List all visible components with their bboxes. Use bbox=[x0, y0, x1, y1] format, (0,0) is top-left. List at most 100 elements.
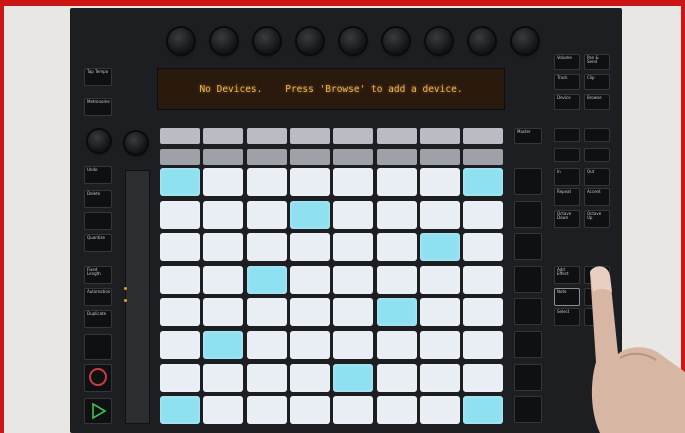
pad[interactable] bbox=[246, 265, 287, 294]
pad[interactable] bbox=[203, 265, 244, 294]
pad[interactable] bbox=[419, 265, 460, 294]
left-function-button[interactable]: Delete bbox=[84, 190, 112, 208]
left-function-button[interactable] bbox=[84, 212, 112, 230]
track-state-button[interactable] bbox=[419, 149, 460, 165]
pad[interactable] bbox=[333, 331, 374, 359]
encoder-knob[interactable] bbox=[254, 28, 280, 54]
scene-launch-button[interactable] bbox=[514, 168, 542, 195]
pad[interactable] bbox=[419, 200, 460, 229]
scene-launch-button[interactable] bbox=[514, 396, 542, 424]
right-function-button[interactable]: Repeat bbox=[554, 188, 580, 206]
right-extra-button[interactable] bbox=[554, 128, 580, 142]
pad[interactable] bbox=[333, 200, 374, 229]
pad[interactable] bbox=[160, 200, 200, 229]
track-select-button[interactable] bbox=[246, 128, 287, 144]
pad[interactable] bbox=[376, 298, 417, 327]
right-function-button[interactable]: Octave Up bbox=[584, 210, 610, 228]
track-select-button[interactable] bbox=[160, 128, 200, 144]
encoder-knob[interactable] bbox=[340, 28, 366, 54]
encoder-knob[interactable] bbox=[383, 28, 409, 54]
right-extra-button[interactable] bbox=[584, 148, 610, 162]
left-function-button[interactable] bbox=[84, 334, 112, 360]
right-mode-button[interactable]: Volume bbox=[554, 54, 580, 70]
right-function-button[interactable]: In bbox=[554, 168, 580, 186]
track-state-button[interactable] bbox=[289, 149, 330, 165]
pad[interactable] bbox=[160, 396, 200, 425]
pad[interactable] bbox=[289, 233, 330, 262]
encoder-knob[interactable] bbox=[469, 28, 495, 54]
pad[interactable] bbox=[289, 396, 330, 425]
pad[interactable] bbox=[376, 168, 417, 196]
pad[interactable] bbox=[463, 168, 504, 196]
pad[interactable] bbox=[246, 396, 287, 425]
pad[interactable] bbox=[463, 298, 504, 327]
pad[interactable] bbox=[289, 331, 330, 359]
pad[interactable] bbox=[463, 396, 504, 425]
encoder-knob[interactable] bbox=[168, 28, 194, 54]
pad[interactable] bbox=[289, 168, 330, 196]
pad[interactable] bbox=[419, 331, 460, 359]
pad[interactable] bbox=[333, 233, 374, 262]
track-state-button[interactable] bbox=[160, 149, 200, 165]
encoder-knob[interactable] bbox=[512, 28, 538, 54]
pad[interactable] bbox=[289, 200, 330, 229]
pad[interactable] bbox=[203, 233, 244, 262]
right-mode-button[interactable]: Clip bbox=[584, 74, 610, 90]
pad[interactable] bbox=[419, 168, 460, 196]
track-state-button[interactable] bbox=[376, 149, 417, 165]
pad[interactable] bbox=[246, 200, 287, 229]
pad[interactable] bbox=[419, 233, 460, 262]
pad[interactable] bbox=[203, 331, 244, 359]
track-select-button[interactable] bbox=[419, 128, 460, 144]
pad[interactable] bbox=[376, 200, 417, 229]
pad[interactable] bbox=[463, 265, 504, 294]
pad[interactable] bbox=[246, 363, 287, 392]
tempo-knob[interactable] bbox=[88, 130, 110, 152]
pad[interactable] bbox=[419, 298, 460, 327]
right-function-button[interactable]: Accent bbox=[584, 188, 610, 206]
right-mode-button[interactable]: Pan & Send bbox=[584, 54, 610, 70]
left-function-button[interactable]: Duplicate bbox=[84, 310, 112, 328]
pad[interactable] bbox=[376, 331, 417, 359]
left-function-button[interactable]: Fixed Length bbox=[84, 266, 112, 284]
pad[interactable] bbox=[289, 298, 330, 327]
pad[interactable] bbox=[333, 298, 374, 327]
scene-launch-button[interactable] bbox=[514, 298, 542, 326]
right-mode-button[interactable]: Browse bbox=[584, 94, 610, 110]
pad[interactable] bbox=[203, 168, 244, 196]
pad[interactable] bbox=[203, 200, 244, 229]
left-function-button[interactable]: Automation bbox=[84, 288, 112, 306]
pad[interactable] bbox=[419, 363, 460, 392]
master-button[interactable]: Master bbox=[514, 128, 542, 144]
scene-launch-button[interactable] bbox=[514, 265, 542, 293]
track-select-button[interactable] bbox=[203, 128, 244, 144]
scene-launch-button[interactable] bbox=[514, 363, 542, 391]
pad[interactable] bbox=[463, 233, 504, 262]
right-extra-button[interactable] bbox=[554, 148, 580, 162]
pad[interactable] bbox=[160, 168, 200, 196]
pad[interactable] bbox=[289, 265, 330, 294]
left-function-button[interactable]: Quantize bbox=[84, 234, 112, 252]
pad[interactable] bbox=[463, 363, 504, 392]
track-state-button[interactable] bbox=[203, 149, 244, 165]
track-select-button[interactable] bbox=[289, 128, 330, 144]
track-state-button[interactable] bbox=[463, 149, 504, 165]
pad[interactable] bbox=[376, 265, 417, 294]
pad[interactable] bbox=[463, 331, 504, 359]
right-function-button[interactable]: Octave Down bbox=[554, 210, 580, 228]
pad[interactable] bbox=[333, 168, 374, 196]
pad[interactable] bbox=[160, 363, 200, 392]
pad[interactable] bbox=[246, 331, 287, 359]
pad[interactable] bbox=[333, 265, 374, 294]
pad[interactable] bbox=[376, 233, 417, 262]
encoder-knob[interactable] bbox=[297, 28, 323, 54]
pad[interactable] bbox=[419, 396, 460, 425]
right-mode-button[interactable]: Track bbox=[554, 74, 580, 90]
right-function-button[interactable]: Out bbox=[584, 168, 610, 186]
right-mode-button[interactable]: Device bbox=[554, 94, 580, 110]
scene-launch-button[interactable] bbox=[514, 200, 542, 228]
pad[interactable] bbox=[246, 233, 287, 262]
pad[interactable] bbox=[203, 396, 244, 425]
swing-knob[interactable] bbox=[125, 132, 147, 154]
pad[interactable] bbox=[160, 331, 200, 359]
